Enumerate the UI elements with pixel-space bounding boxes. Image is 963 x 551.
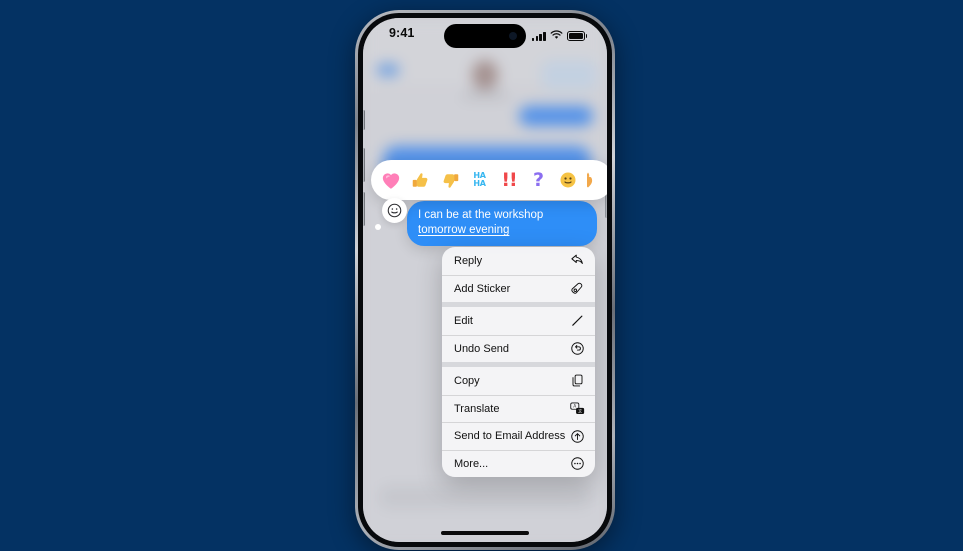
menu-item-copy[interactable]: Copy	[442, 367, 595, 395]
menu-item-label: Add Sticker	[454, 282, 511, 295]
status-bar: 9:41	[363, 18, 607, 52]
menu-item-edit[interactable]: Edit	[442, 307, 595, 335]
menu-group: Copy Translate A 文 Send to Email Address More…	[442, 362, 595, 477]
message-text: I can be at the workshop tomorrow evenin…	[418, 208, 586, 238]
dynamic-island	[444, 24, 526, 48]
status-indicators	[531, 27, 587, 45]
menu-item-undo-send[interactable]: Undo Send	[442, 334, 595, 363]
menu-item-translate[interactable]: Translate A 文	[442, 394, 595, 423]
arrow-up-circle-icon	[570, 429, 585, 444]
tapback-smiley[interactable]	[557, 169, 579, 191]
tapback-tail-dot	[375, 224, 381, 230]
tapback-question[interactable]: ?	[528, 169, 550, 191]
tapback-more[interactable]	[586, 169, 597, 191]
cellular-signal-icon	[531, 31, 546, 41]
ellipsis-circle-icon	[570, 456, 585, 471]
tapback-thumbs-down[interactable]	[439, 169, 461, 191]
menu-item-label: Undo Send	[454, 342, 510, 355]
add-tapback-smiley-button[interactable]	[382, 198, 407, 223]
phone-screen: 9:41 HA HA!!? I can be at the workshop t…	[363, 18, 607, 542]
menu-item-label: More...	[454, 457, 489, 470]
sticker-icon	[570, 281, 585, 296]
menu-item-label: Send to Email Address	[454, 430, 566, 443]
menu-item-label: Reply	[454, 254, 483, 267]
undo-circle-icon	[570, 341, 585, 356]
menu-item-label: Copy	[454, 374, 480, 387]
message-context-menu[interactable]: Reply Add Sticker Edit Undo Send Copy Transla…	[442, 247, 595, 477]
svg-text:文: 文	[578, 408, 582, 414]
home-indicator[interactable]	[441, 531, 529, 535]
reply-arrow-icon	[570, 253, 585, 268]
menu-item-label: Translate	[454, 402, 500, 415]
silent-switch[interactable]	[363, 110, 365, 130]
front-camera-icon	[509, 32, 517, 40]
smiley-face-icon	[387, 203, 402, 218]
menu-item-label: Edit	[454, 314, 473, 327]
battery-icon	[566, 31, 587, 41]
message-text-plain: I can be at the workshop	[418, 209, 544, 221]
copy-icon	[570, 373, 585, 388]
menu-item-send-to-email-address[interactable]: Send to Email Address	[442, 422, 595, 450]
menu-item-reply[interactable]: Reply	[442, 247, 595, 275]
svg-text:A: A	[573, 404, 576, 409]
iphone-device-frame: 9:41 HA HA!!? I can be at the workshop t…	[355, 10, 615, 550]
menu-group: Edit Undo Send	[442, 302, 595, 362]
focused-message-bubble[interactable]: I can be at the workshop tomorrow evenin…	[407, 201, 597, 246]
tapback-thumbs-up[interactable]	[410, 169, 432, 191]
pencil-icon	[570, 313, 585, 328]
detected-date-link[interactable]: tomorrow evening	[418, 224, 509, 236]
wifi-icon	[550, 27, 563, 45]
menu-group: Reply Add Sticker	[442, 247, 595, 302]
translate-icon: A文	[570, 401, 585, 416]
volume-down-button[interactable]	[363, 192, 365, 226]
tapback-haha[interactable]: HA HA	[469, 169, 491, 191]
menu-item-more[interactable]: More...	[442, 449, 595, 478]
tapback-reaction-bar[interactable]: HA HA!!?	[371, 160, 607, 200]
tapback-exclamation[interactable]: !!	[498, 169, 520, 191]
phone-bezel: 9:41 HA HA!!? I can be at the workshop t…	[358, 13, 612, 547]
tapback-heart[interactable]	[380, 169, 402, 191]
menu-item-add-sticker[interactable]: Add Sticker	[442, 274, 595, 303]
status-time: 9:41	[389, 26, 415, 40]
volume-up-button[interactable]	[363, 148, 365, 182]
